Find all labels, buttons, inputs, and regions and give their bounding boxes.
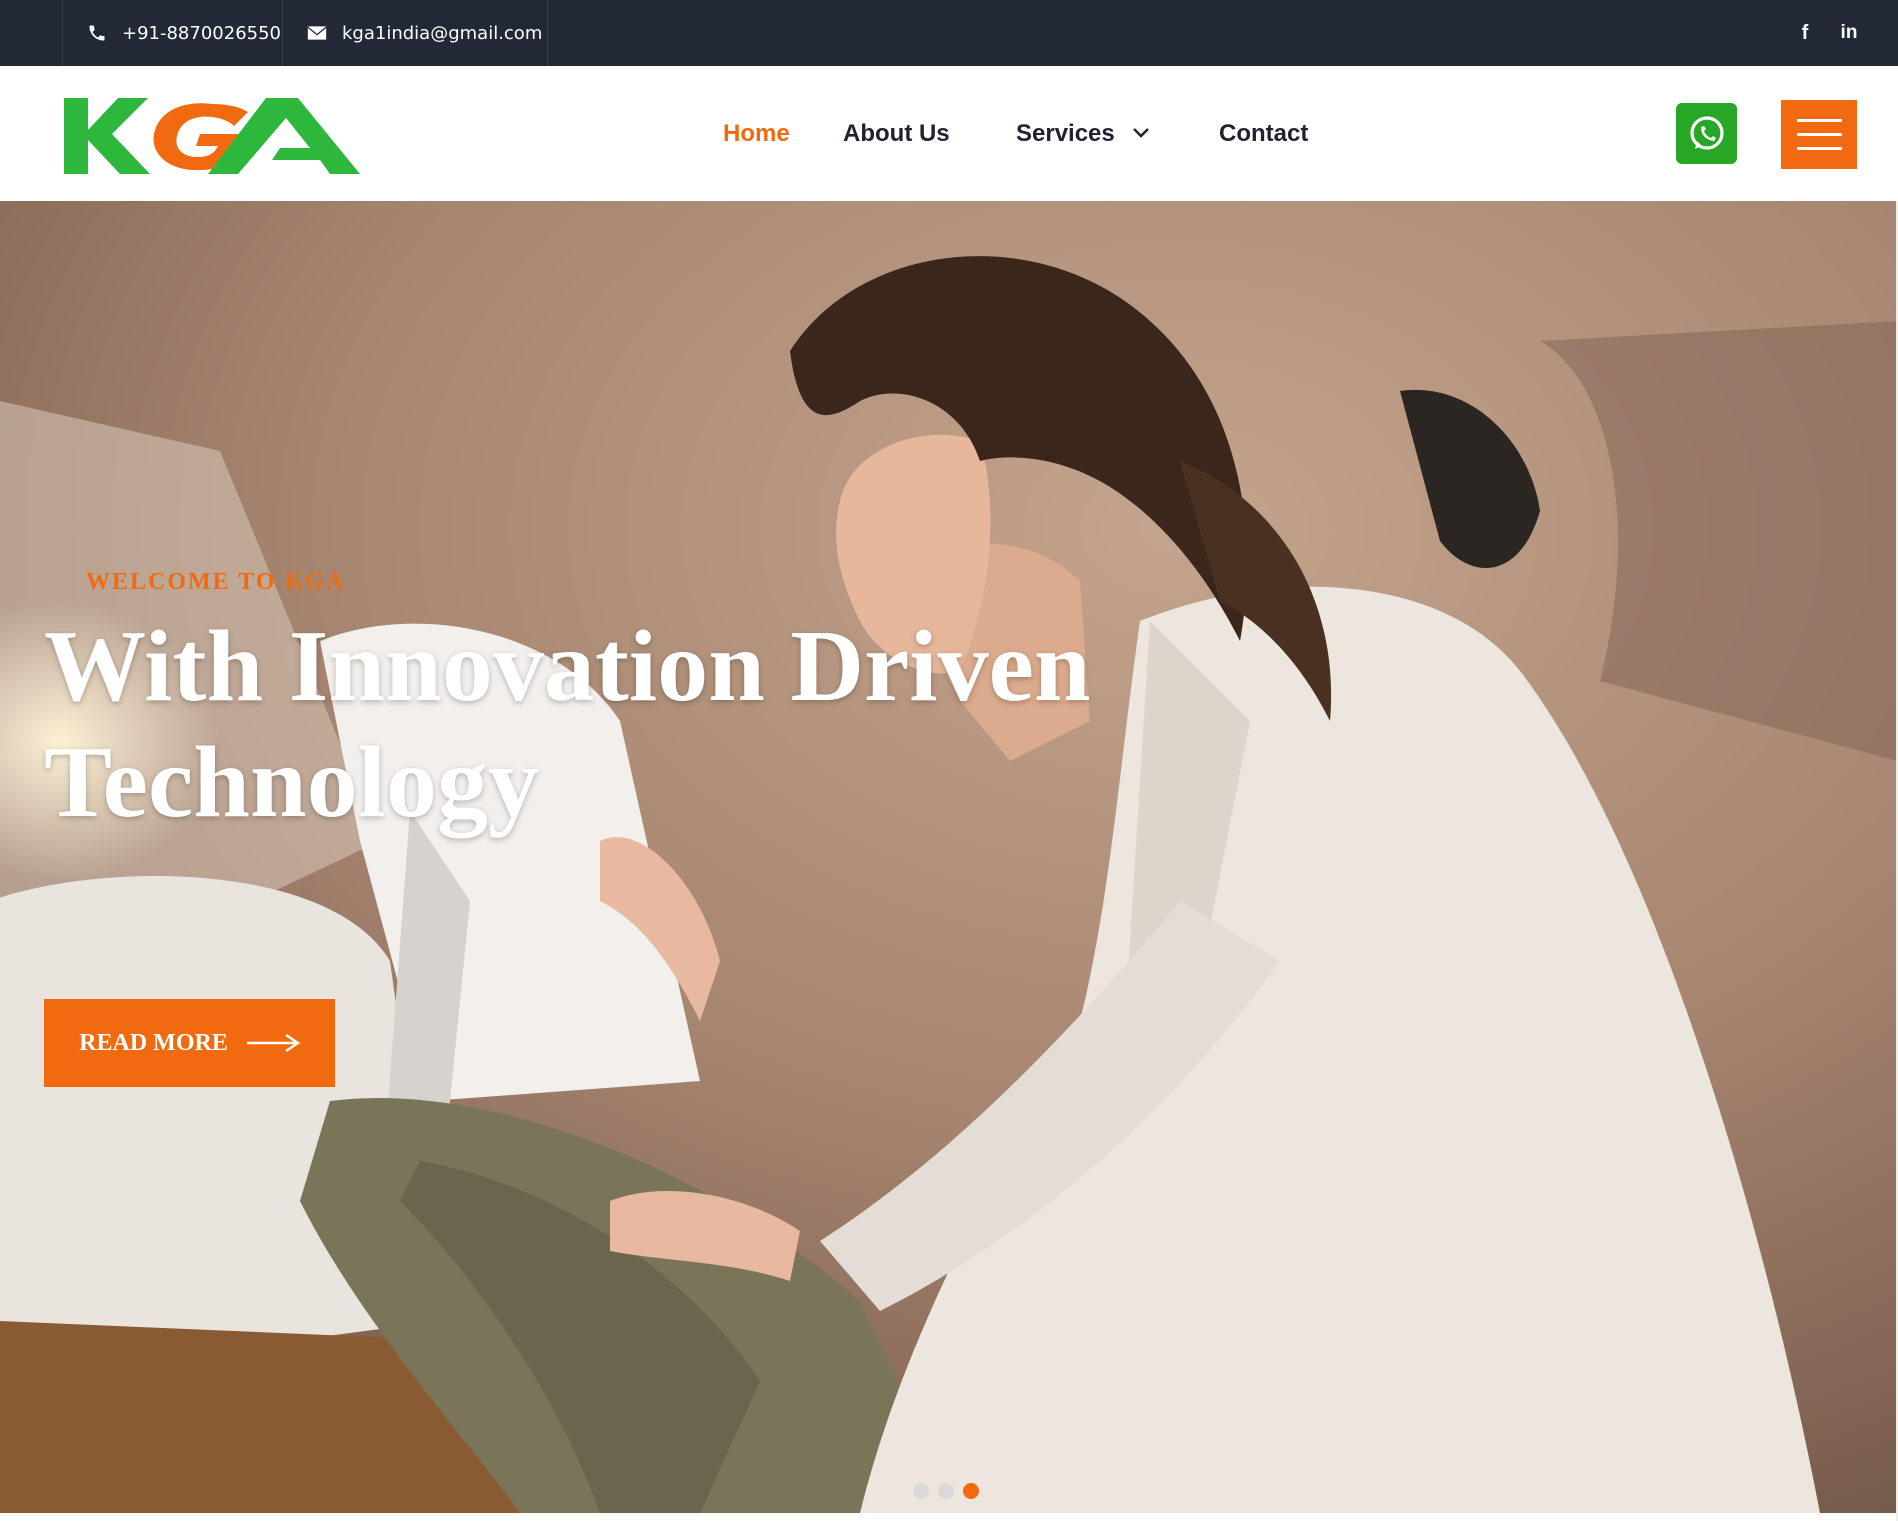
- top-bar-divider: [547, 0, 548, 66]
- top-bar: +91-8870026550 kga1india@gmail.com f in: [0, 0, 1898, 66]
- email-address: kga1india@gmail.com: [342, 22, 543, 44]
- top-bar-divider: [282, 0, 283, 66]
- read-more-label: READ MORE: [79, 1029, 228, 1056]
- nav-about-us-label: About Us: [843, 119, 950, 147]
- nav-home[interactable]: Home: [723, 66, 790, 201]
- hero-headline: With Innovation Driven Technology: [44, 610, 1091, 839]
- top-bar-divider: [62, 0, 63, 66]
- whatsapp-button[interactable]: [1676, 103, 1737, 164]
- site-header: Home About Us Services Contact: [0, 66, 1898, 201]
- email-contact[interactable]: kga1india@gmail.com: [306, 0, 542, 66]
- read-more-button[interactable]: READ MORE: [44, 999, 335, 1087]
- nav-home-label: Home: [723, 119, 790, 147]
- whatsapp-icon: [1689, 115, 1724, 150]
- slider-dot-3[interactable]: [963, 1483, 979, 1499]
- hero-background-photo: [0, 201, 1898, 1513]
- phone-number: +91-8870026550: [122, 22, 282, 44]
- nav-about-us[interactable]: About Us: [843, 66, 950, 201]
- slider-dot-2[interactable]: [938, 1483, 954, 1499]
- facebook-icon[interactable]: f: [1790, 0, 1820, 66]
- linkedin-icon[interactable]: in: [1834, 0, 1864, 66]
- slider-pagination: [913, 1483, 979, 1499]
- nav-contact[interactable]: Contact: [1219, 66, 1308, 201]
- nav-services[interactable]: Services: [1016, 66, 1149, 201]
- hamburger-line: [1796, 119, 1842, 122]
- phone-contact[interactable]: +91-8870026550: [86, 0, 281, 66]
- hero-eyebrow: WELCOME TO KGA: [86, 569, 346, 595]
- arrow-right-icon: [246, 1034, 300, 1052]
- nav-contact-label: Contact: [1219, 119, 1309, 147]
- chevron-down-icon: [1132, 125, 1149, 143]
- hero-slider: WELCOME TO KGA With Innovation Driven Te…: [0, 201, 1898, 1513]
- kga-logo[interactable]: [62, 94, 360, 178]
- hamburger-line: [1796, 133, 1842, 136]
- phone-icon: [86, 22, 108, 44]
- envelope-icon: [306, 22, 328, 44]
- hamburger-line: [1796, 147, 1842, 150]
- slider-dot-1[interactable]: [913, 1483, 929, 1499]
- nav-services-label: Services: [1016, 119, 1115, 147]
- hamburger-menu-button[interactable]: [1781, 100, 1857, 169]
